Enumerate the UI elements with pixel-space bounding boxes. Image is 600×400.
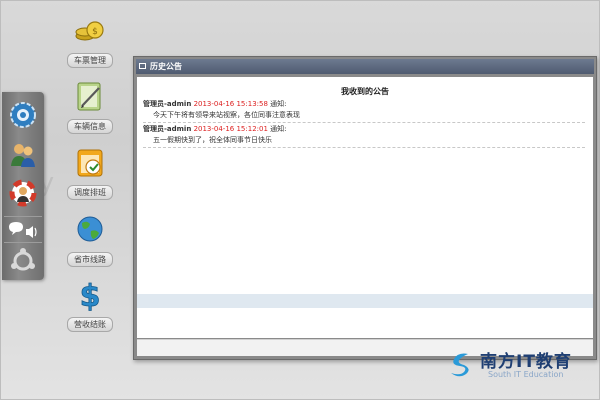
notice-sender: 管理员-admin [143, 100, 192, 108]
notice-item: 管理员-admin 2013-04-16 15:13:58 通知: 今天下午将有… [143, 99, 585, 123]
lifebuoy-user-icon[interactable] [8, 178, 38, 208]
notepad-pencil-icon [77, 82, 101, 111]
users-icon[interactable] [8, 140, 38, 170]
desktop-icon-label: 调度排班 [67, 185, 113, 200]
desktop-icon-dispatch-schedule[interactable]: 调度排班 [50, 146, 130, 200]
dollar-sign-icon: $ [79, 279, 101, 312]
window-icon [139, 63, 146, 69]
globe-icon [77, 216, 103, 242]
notice-item: 管理员-admin 2013-04-16 15:12:01 通知: 五一假期快到… [143, 124, 585, 148]
side-dock [2, 92, 44, 280]
desktop-icon-ticket-management[interactable]: $ 车票管理 [50, 14, 130, 68]
dock-divider [4, 242, 42, 243]
window-statusbar [137, 339, 593, 356]
desktop-icon-label: 省市线路 [67, 252, 113, 267]
desktop-icon-vehicle-info[interactable]: 车辆信息 [50, 80, 130, 134]
notice-suffix: 通知: [270, 125, 287, 133]
notice-body: 今天下午将有领导来站视察，各位同事注意表现 [143, 110, 585, 123]
notices-heading: 我收到的公告 [341, 87, 389, 96]
notice-body: 五一假期快到了，祝全体同事节日快乐 [143, 135, 585, 148]
notice-header: 管理员-admin 2013-04-16 15:13:58 通知: [143, 99, 585, 110]
ubuntu-logo-icon[interactable] [8, 246, 38, 276]
dock-divider [4, 216, 42, 217]
notice-header: 管理员-admin 2013-04-16 15:12:01 通知: [143, 124, 585, 135]
desktop-icon-label: 车辆信息 [67, 119, 113, 134]
notice-time: 2013-04-16 15:12:01 [193, 125, 268, 133]
coins-icon: $ [75, 21, 104, 41]
desktop-icon-province-routes[interactable]: 省市线路 [50, 213, 130, 267]
svg-text:$: $ [92, 27, 98, 37]
window-titlebar[interactable]: 历史公告 [136, 59, 594, 74]
history-notice-window: 历史公告 我收到的公告 管理员-admin 2013-04-16 15:13:5… [133, 56, 597, 360]
desktop-icon-label: 车票管理 [67, 53, 113, 68]
notice-sender: 管理员-admin [143, 125, 192, 133]
svg-text:$: $ [80, 279, 101, 312]
notice-suffix: 通知: [270, 100, 287, 108]
settings-gear-icon[interactable] [8, 100, 38, 130]
notice-time: 2013-04-16 15:13:58 [193, 100, 268, 108]
content-band [137, 294, 593, 308]
window-title: 历史公告 [150, 62, 182, 71]
desktop-icon-label: 营收结账 [67, 317, 113, 332]
chat-volume-icon[interactable] [7, 218, 39, 248]
desktop-icon-revenue-settlement[interactable]: $ 营收结账 [50, 278, 130, 332]
calendar-clock-icon [77, 149, 103, 177]
